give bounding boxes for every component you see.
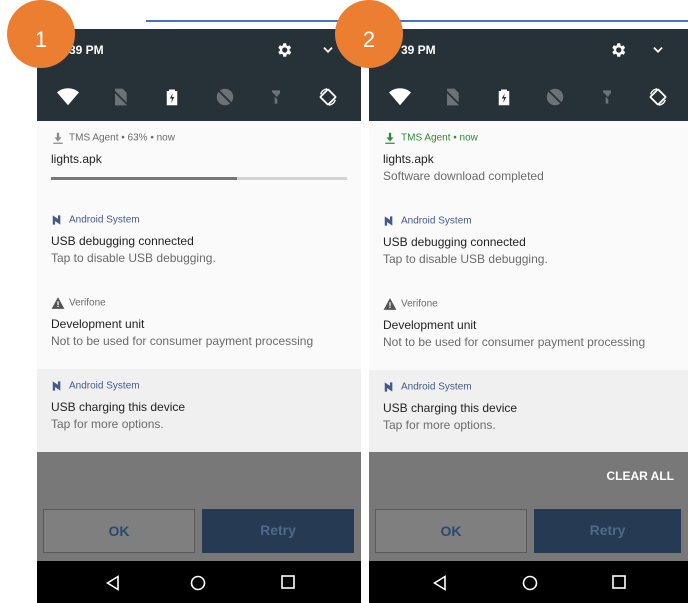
notification-app-line: TMS Agent • now [383, 131, 478, 145]
status-bar: 39 PM [37, 29, 361, 73]
warning-icon [383, 298, 397, 310]
notification-title: lights.apk [51, 152, 102, 166]
notification-title: USB debugging connected [383, 235, 526, 249]
step-badge-1: 1 [7, 0, 75, 68]
notification-title: Development unit [51, 317, 145, 331]
notification-app-line: Android System [51, 213, 140, 227]
download-icon [53, 132, 63, 144]
auto-rotate-icon[interactable] [317, 86, 339, 108]
phone-screenshot-1: 39 PM TMS Agent • 63% • now lights.apk A… [37, 29, 361, 603]
navigation-bar [37, 561, 361, 603]
notification-subtitle: Tap to disable USB debugging. [383, 252, 548, 266]
notification-app-line: TMS Agent • 63% • now [51, 131, 175, 145]
retry-button[interactable]: Retry [534, 509, 681, 553]
battery-icon[interactable] [163, 86, 181, 108]
ok-button[interactable]: OK [375, 509, 527, 553]
status-time: 39 PM [69, 43, 104, 57]
notification-title: USB charging this device [51, 400, 186, 414]
notification-title: lights.apk [383, 152, 434, 166]
android-n-icon [384, 382, 393, 392]
gear-icon[interactable] [609, 41, 627, 59]
home-icon[interactable] [190, 575, 206, 591]
data-saver-icon[interactable] [214, 86, 236, 108]
status-time: 39 PM [401, 43, 436, 57]
notification-app-line: Android System [383, 380, 472, 394]
notification-usb-debugging[interactable]: Android System USB debugging connected T… [369, 204, 688, 288]
notification-app-line: Verifone [383, 297, 438, 311]
decorative-line [146, 20, 688, 22]
quick-settings-row [37, 73, 361, 121]
notification-title: USB debugging connected [51, 234, 194, 248]
notification-verifone[interactable]: Verifone Development unit Not to be used… [37, 286, 361, 370]
notification-title: Development unit [383, 318, 477, 332]
step-badge-2: 2 [335, 0, 403, 68]
retry-button[interactable]: Retry [202, 509, 354, 553]
dimmed-app-area: OK Retry [37, 452, 361, 561]
recents-icon[interactable] [281, 575, 295, 589]
android-n-icon [52, 215, 61, 225]
notification-usb-charging[interactable]: Android System USB charging this device … [369, 370, 688, 453]
quick-settings-row [369, 73, 688, 121]
notification-subtitle: Not to be used for consumer payment proc… [51, 334, 314, 348]
notification-usb-debugging[interactable]: Android System USB debugging connected T… [37, 203, 361, 287]
download-icon [385, 132, 395, 144]
notification-subtitle: Tap for more options. [383, 418, 496, 432]
flashlight-off-icon[interactable] [599, 86, 615, 108]
chevron-down-icon[interactable] [651, 43, 665, 57]
back-icon[interactable] [433, 575, 447, 591]
notification-subtitle: Not to be used for consumer payment proc… [383, 335, 646, 349]
wifi-icon[interactable] [57, 86, 79, 108]
wifi-icon[interactable] [389, 86, 411, 108]
dimmed-app-area: CLEAR ALL OK Retry [369, 452, 688, 561]
auto-rotate-icon[interactable] [647, 86, 669, 108]
notification-subtitle: Tap to disable USB debugging. [51, 251, 216, 265]
back-icon[interactable] [106, 575, 120, 591]
sim-off-icon[interactable] [110, 86, 130, 108]
notification-usb-charging[interactable]: Android System USB charging this device … [37, 369, 361, 453]
download-progress-bar [51, 177, 347, 180]
notification-subtitle: Tap for more options. [51, 417, 164, 431]
flashlight-off-icon[interactable] [268, 86, 284, 108]
data-saver-icon[interactable] [544, 86, 566, 108]
android-n-icon [52, 381, 61, 391]
recents-icon[interactable] [612, 575, 626, 589]
ok-button[interactable]: OK [43, 509, 195, 553]
phone-screenshot-2: 39 PM TMS Agent • now lights.apk Softwar… [369, 29, 688, 603]
battery-icon[interactable] [495, 86, 513, 108]
notification-tms-agent[interactable]: TMS Agent • now lights.apk Software down… [369, 121, 688, 205]
warning-icon [51, 297, 65, 309]
gear-icon[interactable] [275, 41, 293, 59]
sim-off-icon[interactable] [442, 86, 462, 108]
notification-title: USB charging this device [383, 401, 518, 415]
notification-app-line: Android System [383, 214, 472, 228]
notification-app-line: Verifone [51, 296, 106, 310]
notification-tms-agent[interactable]: TMS Agent • 63% • now lights.apk [37, 121, 361, 204]
notification-verifone[interactable]: Verifone Development unit Not to be used… [369, 287, 688, 371]
android-n-icon [384, 216, 393, 226]
home-icon[interactable] [522, 575, 538, 591]
clear-all-button[interactable]: CLEAR ALL [606, 469, 674, 483]
status-bar: 39 PM [369, 29, 688, 73]
navigation-bar [369, 561, 688, 603]
chevron-down-icon[interactable] [321, 43, 335, 57]
notification-subtitle: Software download completed [383, 169, 544, 183]
notification-app-line: Android System [51, 379, 140, 393]
